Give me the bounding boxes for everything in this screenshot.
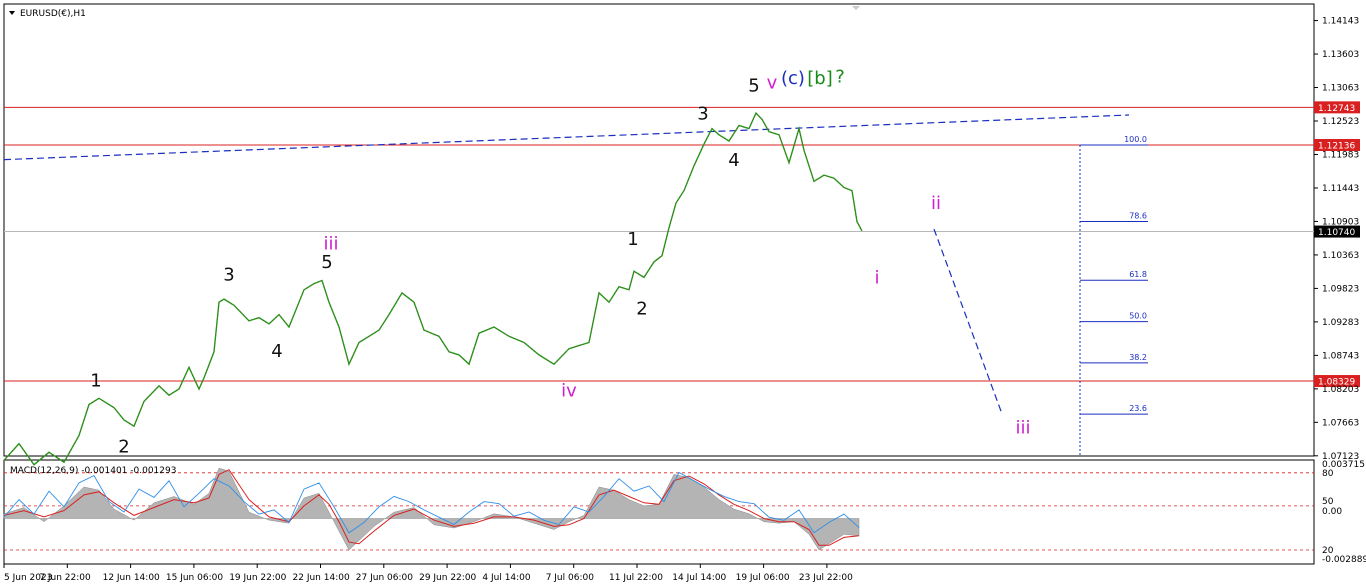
time-tick-label: 12 Jun 14:00 bbox=[103, 573, 160, 583]
wave-label: 5 bbox=[321, 252, 332, 273]
wave-label: 2 bbox=[636, 299, 647, 320]
wave-label: 4 bbox=[271, 341, 282, 362]
macd-title: MACD(12,26,9) -0.001401 -0.001293 bbox=[10, 466, 176, 476]
price-tick-label: 1.08203 bbox=[1322, 385, 1359, 395]
wave-label: (c) bbox=[781, 68, 805, 89]
price-tick-label: 1.11983 bbox=[1322, 150, 1359, 160]
wave-label: 1 bbox=[627, 229, 638, 250]
fib-level-label: 38.2 bbox=[1129, 353, 1147, 362]
price-tick-label: 1.10363 bbox=[1322, 251, 1359, 261]
wave-label: 1 bbox=[90, 371, 101, 392]
time-tick-label: 22 Jun 14:00 bbox=[293, 573, 350, 583]
wave-label: i bbox=[874, 268, 879, 289]
time-tick-label: 7 Jun 22:00 bbox=[39, 573, 91, 583]
wave-label: 3 bbox=[223, 265, 234, 286]
chart-title: EURUSD(€),H1 bbox=[20, 9, 86, 19]
time-tick-label: 15 Jun 06:00 bbox=[166, 573, 223, 583]
price-tick-label: 1.10903 bbox=[1322, 217, 1359, 227]
time-tick-label: 27 Jun 06:00 bbox=[356, 573, 413, 583]
price-tick-label: 1.08743 bbox=[1322, 351, 1359, 361]
wave-label: iv bbox=[561, 380, 577, 401]
price-tick-label: 1.13063 bbox=[1322, 84, 1359, 94]
level-label: 1.12743 bbox=[1318, 104, 1355, 114]
wave-label: ii bbox=[931, 193, 941, 214]
fib-level-label: 78.6 bbox=[1129, 211, 1147, 220]
current-price-label: 1.10740 bbox=[1318, 228, 1355, 238]
wave-label: 4 bbox=[728, 150, 739, 171]
price-tick-label: 1.14143 bbox=[1322, 17, 1359, 27]
main-panel bbox=[3, 3, 1315, 457]
price-tick-label: 1.11443 bbox=[1322, 184, 1359, 194]
wave-label: 5 bbox=[748, 75, 759, 96]
wave-label: 3 bbox=[697, 103, 708, 124]
wave-label: ? bbox=[835, 67, 845, 88]
macd-tick-label: 50 bbox=[1322, 497, 1334, 507]
wave-label: 2 bbox=[118, 436, 129, 457]
price-chart[interactable]: 1.127431.121361.083291.10740 100.078.661… bbox=[0, 0, 1366, 588]
time-tick-label: 14 Jul 14:00 bbox=[672, 573, 726, 583]
fib-level-label: 61.8 bbox=[1129, 270, 1147, 279]
time-tick-label: 19 Jun 22:00 bbox=[229, 573, 286, 583]
fib-level-label: 23.6 bbox=[1129, 404, 1147, 413]
fib-level-label: 50.0 bbox=[1129, 312, 1147, 321]
price-tick-label: 1.12523 bbox=[1322, 117, 1359, 127]
macd-tick-label: 0.00 bbox=[1322, 507, 1342, 517]
time-tick-label: 29 Jun 22:00 bbox=[419, 573, 476, 583]
time-tick-label: 23 Jul 22:00 bbox=[799, 573, 853, 583]
wave-label: [b] bbox=[807, 68, 832, 89]
price-tick-label: 1.07663 bbox=[1322, 418, 1359, 428]
price-tick-label: 1.13603 bbox=[1322, 50, 1359, 60]
price-tick-label: 1.09823 bbox=[1322, 284, 1359, 294]
time-tick-label: 7 Jul 06:00 bbox=[546, 573, 595, 583]
macd-tick-label: 80 bbox=[1322, 469, 1334, 479]
time-tick-label: 4 Jul 14:00 bbox=[482, 573, 531, 583]
time-tick-label: 19 Jul 06:00 bbox=[736, 573, 790, 583]
time-tick-label: 11 Jul 22:00 bbox=[609, 573, 663, 583]
wave-label: v bbox=[767, 72, 778, 93]
macd-tick-label: -0.002889 bbox=[1322, 555, 1366, 565]
fib-level-label: 100.0 bbox=[1124, 135, 1147, 144]
wave-label: iii bbox=[1015, 418, 1030, 439]
price-tick-label: 1.09283 bbox=[1322, 318, 1359, 328]
